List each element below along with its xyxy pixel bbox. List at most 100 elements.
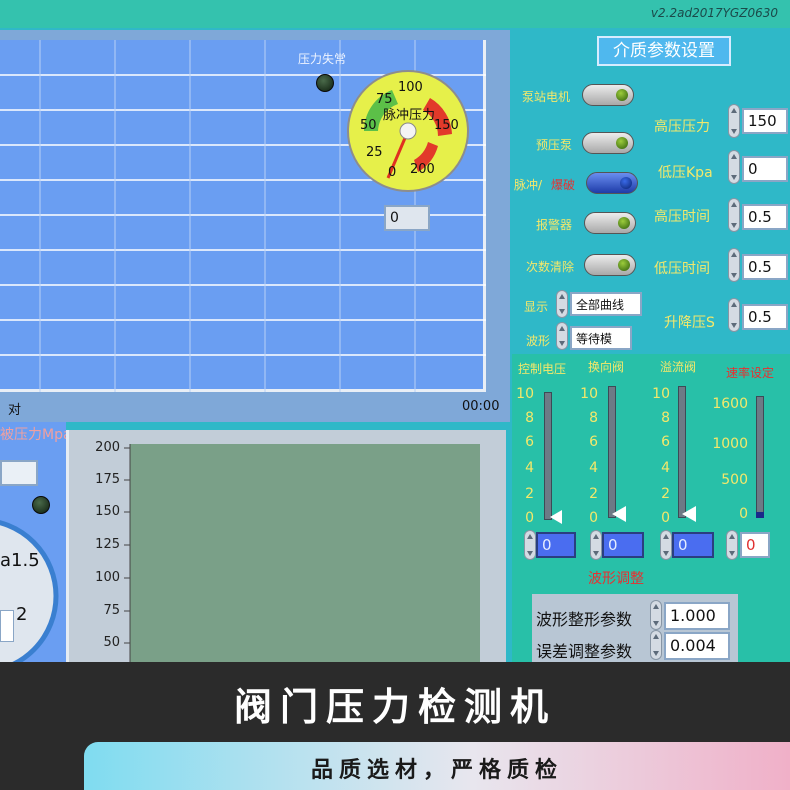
low-pressure-time-spinner[interactable] <box>728 248 740 282</box>
relief-valve-track <box>678 386 686 518</box>
s2-tick-6: 6 <box>589 434 598 450</box>
y-tick-150: 150 <box>95 504 120 519</box>
error-adjust-spinner[interactable] <box>650 630 662 660</box>
s1-tick-0: 0 <box>525 510 534 526</box>
high-pressure-time-field[interactable]: 0.5 <box>742 204 788 230</box>
high-pressure-label: 高压压力 <box>654 119 710 135</box>
prepress-pump-switch[interactable] <box>582 132 634 154</box>
left-gauge-window <box>0 610 14 642</box>
x-axis-right-label: 00:00 <box>462 399 500 414</box>
control-voltage-spinner[interactable] <box>524 530 536 560</box>
version-label: v2.2ad2017YGZ0630 <box>650 6 778 20</box>
bottom-chart-y-axis <box>124 444 131 662</box>
reversing-valve-slider-thumb[interactable] <box>612 506 626 522</box>
relief-valve-field[interactable]: 0 <box>672 532 714 558</box>
gauge-tick-200: 200 <box>410 162 435 177</box>
reversing-valve-spinner[interactable] <box>590 530 602 560</box>
s3-tick-0: 0 <box>661 510 670 526</box>
switch-label-count-clear: 次数清除 <box>526 260 575 274</box>
pump-motor-switch[interactable] <box>582 84 634 106</box>
s3-tick-6: 6 <box>661 434 670 450</box>
gauge-tick-100: 100 <box>398 80 423 95</box>
ramp-time-label: 升降压S <box>664 315 715 331</box>
pressure-abnormal-label: 压力失常 <box>298 52 347 66</box>
banner-title: 阀门压力检测机 <box>233 685 556 729</box>
y-tick-200: 200 <box>95 440 120 455</box>
y-tick-75: 75 <box>103 603 120 618</box>
high-pressure-spinner[interactable] <box>728 104 740 138</box>
left-gauge-tick-a: a1.5 <box>0 550 40 571</box>
error-adjust-label: 误差调整参数 <box>536 642 633 661</box>
low-pressure-field[interactable]: 0 <box>742 156 788 182</box>
s4-tick-1600: 1600 <box>712 396 748 412</box>
switch-label-pulse: 脉冲/ <box>514 178 543 192</box>
switch-label-prepress-pump: 预压泵 <box>536 138 573 152</box>
s2-tick-4: 4 <box>589 460 598 476</box>
s2-tick-2: 2 <box>589 486 598 502</box>
s1-tick-6: 6 <box>525 434 534 450</box>
pressure-abnormal-led <box>316 74 334 92</box>
high-pressure-time-label: 高压时间 <box>654 209 710 225</box>
params-title: 介质参数设置 <box>597 36 731 66</box>
display-mode-spinner[interactable] <box>556 290 568 318</box>
rate-setting-field[interactable]: 0 <box>740 532 770 558</box>
control-voltage-slider-thumb[interactable] <box>550 510 562 524</box>
relief-valve-slider-thumb[interactable] <box>682 506 696 522</box>
switch-label-pump-motor: 泵站电机 <box>522 90 571 104</box>
switch-label-burst: 爆破 <box>551 178 576 192</box>
gauge-tick-150: 150 <box>434 118 459 133</box>
y-tick-50: 50 <box>103 635 120 650</box>
control-voltage-track <box>544 392 552 520</box>
y-tick-100: 100 <box>95 570 120 585</box>
switch-label-alarm: 报警器 <box>536 218 573 232</box>
rate-setting-spinner[interactable] <box>726 530 738 560</box>
pulse-burst-switch[interactable] <box>586 172 638 194</box>
high-pressure-time-spinner[interactable] <box>728 198 740 232</box>
wave-shaping-field[interactable]: 1.000 <box>664 602 730 630</box>
s3-tick-2: 2 <box>661 486 670 502</box>
wave-shaping-spinner[interactable] <box>650 600 662 630</box>
wave-mode-spinner[interactable] <box>556 322 568 350</box>
slider-label-control-voltage: 控制电压 <box>518 362 567 376</box>
ramp-time-spinner[interactable] <box>728 298 740 332</box>
wave-mode-field[interactable]: 等待模 <box>570 326 632 350</box>
s2-tick-8: 8 <box>589 410 598 426</box>
left-gauge-tick-b: 2 <box>16 604 28 625</box>
error-adjust-field[interactable]: 0.004 <box>664 632 730 660</box>
display-mode-label: 显示 <box>524 300 549 314</box>
high-pressure-field[interactable]: 150 <box>742 108 788 134</box>
gauge-tick-25: 25 <box>366 145 383 160</box>
slider-label-reversing-valve: 换向阀 <box>588 360 625 374</box>
s4-tick-500: 500 <box>721 472 748 488</box>
relief-valve-spinner[interactable] <box>660 530 672 560</box>
reversing-valve-field[interactable]: 0 <box>602 532 644 558</box>
alarm-switch[interactable] <box>584 212 636 234</box>
s1-tick-2: 2 <box>525 486 534 502</box>
s1-tick-10: 10 <box>516 386 534 402</box>
rate-setting-slider-thumb[interactable] <box>756 512 764 518</box>
control-voltage-field[interactable]: 0 <box>536 532 576 558</box>
low-pressure-label: 低压Kpa <box>658 165 713 181</box>
left-gauge-readout <box>0 460 38 486</box>
s3-tick-10: 10 <box>652 386 670 402</box>
reversing-valve-track <box>608 386 616 518</box>
left-gauge-title: 被压力Mpa <box>0 427 72 443</box>
low-pressure-time-field[interactable]: 0.5 <box>742 254 788 280</box>
gauge-readout: 0 <box>384 205 430 231</box>
gauge-tick-75: 75 <box>376 92 393 107</box>
display-mode-field[interactable]: 全部曲线 <box>570 292 642 316</box>
banner-subtitle: 品质选材，严格质检 <box>310 758 563 783</box>
rate-setting-track <box>756 396 764 518</box>
gauge-tick-0: 0 <box>388 165 397 180</box>
slider-label-relief-valve: 溢流阀 <box>660 360 697 374</box>
ramp-time-field[interactable]: 0.5 <box>742 304 788 330</box>
wave-adjust-title: 波形调整 <box>588 571 644 587</box>
count-clear-switch[interactable] <box>584 254 636 276</box>
s3-tick-4: 4 <box>661 460 670 476</box>
gauge-tick-50: 50 <box>360 118 377 133</box>
low-pressure-spinner[interactable] <box>728 150 740 184</box>
s1-tick-4: 4 <box>525 460 534 476</box>
s2-tick-0: 0 <box>589 510 598 526</box>
s4-tick-1000: 1000 <box>712 436 748 452</box>
s3-tick-8: 8 <box>661 410 670 426</box>
